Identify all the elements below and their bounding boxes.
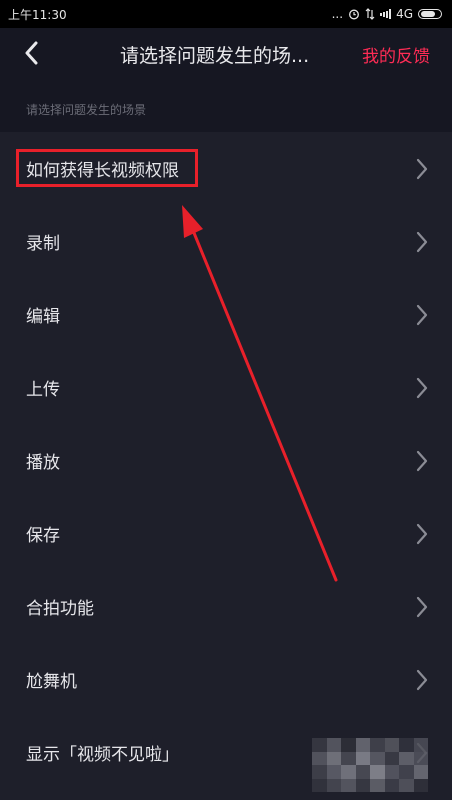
list-item-dance-machine[interactable]: 尬舞机 <box>0 643 452 716</box>
back-button[interactable] <box>16 38 46 68</box>
chevron-right-icon <box>416 304 428 325</box>
list-item-label: 编辑 <box>26 307 60 327</box>
list-item-label: 合拍功能 <box>26 599 94 619</box>
scenario-list: 如何获得长视频权限 录制 编辑 上传 播放 保存 合拍功能 尬舞机 显示「视频不… <box>0 132 452 800</box>
list-item-duet[interactable]: 合拍功能 <box>0 570 452 643</box>
signal-icon <box>380 9 392 19</box>
list-item-label: 播放 <box>26 453 60 473</box>
alarm-icon <box>348 8 360 20</box>
list-item-record[interactable]: 录制 <box>0 205 452 278</box>
list-item-label: 尬舞机 <box>26 672 77 692</box>
list-item-edit[interactable]: 编辑 <box>0 278 452 351</box>
chevron-right-icon <box>416 450 428 471</box>
chevron-right-icon <box>416 669 428 690</box>
page-title: 请选择问题发生的场... <box>120 45 310 67</box>
chevron-right-icon <box>416 158 428 179</box>
chevron-left-icon <box>25 41 38 65</box>
status-time: 上午11:30 <box>8 7 67 22</box>
data-transfer-icon <box>365 8 375 20</box>
section-label: 请选择问题发生的场景 <box>26 103 147 117</box>
chevron-right-icon <box>416 596 428 617</box>
list-item-label: 上传 <box>26 380 60 400</box>
list-item-upload[interactable]: 上传 <box>0 351 452 424</box>
chevron-right-icon <box>416 231 428 252</box>
section-header: 请选择问题发生的场景 <box>0 78 452 132</box>
battery-icon <box>418 9 442 19</box>
list-item-long-video-permission[interactable]: 如何获得长视频权限 <box>0 132 452 205</box>
status-dots: ... <box>331 7 344 21</box>
list-item-label: 录制 <box>26 234 60 254</box>
list-item-label: 如何获得长视频权限 <box>26 161 179 181</box>
list-item-label: 显示「视频不见啦」 <box>26 745 179 765</box>
app-header: 请选择问题发生的场... 我的反馈 <box>0 28 452 78</box>
status-bar: 上午11:30 ... 4G <box>0 0 452 28</box>
watermark-mosaic <box>312 738 428 792</box>
chevron-right-icon <box>416 523 428 544</box>
list-item-label: 保存 <box>26 526 60 546</box>
my-feedback-link[interactable]: 我的反馈 <box>362 42 430 67</box>
status-icons: ... 4G <box>332 7 442 21</box>
list-item-save[interactable]: 保存 <box>0 497 452 570</box>
chevron-right-icon <box>416 377 428 398</box>
list-item-playback[interactable]: 播放 <box>0 424 452 497</box>
network-type: 4G <box>396 7 413 21</box>
